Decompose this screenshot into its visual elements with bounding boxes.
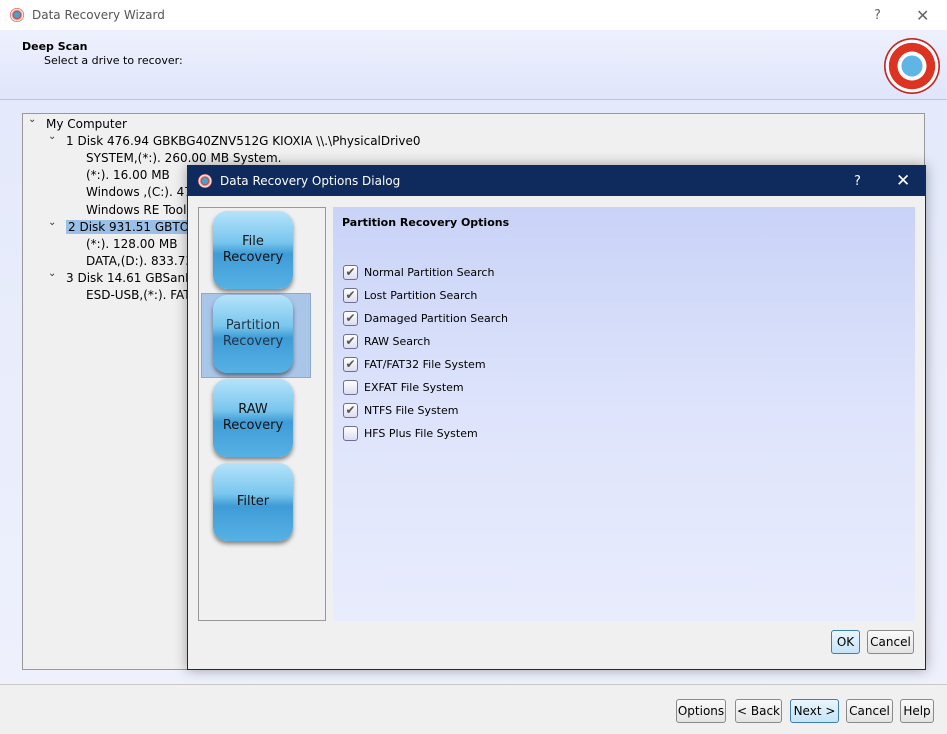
nav-button-raw[interactable]: RAW Recovery [213, 379, 293, 457]
option-checkbox[interactable]: ✔ NTFS File System [343, 403, 458, 418]
nav-button-partition[interactable]: Partition Recovery [213, 295, 293, 373]
checkbox-icon[interactable]: ✔ [343, 311, 358, 326]
nav-button-file[interactable]: File Recovery [213, 211, 293, 289]
option-label: HFS Plus File System [364, 427, 478, 440]
checkbox-icon[interactable]: ✔ [343, 288, 358, 303]
nav-label: RAW Recovery [222, 402, 284, 433]
option-checkbox[interactable]: ✔ FAT/FAT32 File System [343, 357, 486, 372]
nav-label: File Recovery [222, 234, 284, 265]
help-icon[interactable]: ? [874, 8, 881, 23]
dialog-cancel-button[interactable]: Cancel [867, 630, 914, 654]
option-checkbox[interactable]: ✔ Lost Partition Search [343, 288, 477, 303]
lifebuoy-logo-icon [884, 38, 940, 94]
help-icon[interactable]: ? [854, 174, 861, 189]
chevron-down-icon[interactable]: ⌄ [28, 114, 36, 125]
tree-item[interactable]: Windows RE Tools,( [86, 203, 201, 217]
option-checkbox[interactable]: ✔ Damaged Partition Search [343, 311, 508, 326]
page-subtitle: Select a drive to recover: [44, 54, 183, 67]
close-icon[interactable]: ✕ [916, 6, 929, 25]
tree-item[interactable]: Windows ,(C:). 475 [86, 185, 200, 199]
checkbox-icon[interactable] [343, 380, 358, 395]
option-checkbox[interactable]: ✔ RAW Search [343, 334, 430, 349]
option-label: FAT/FAT32 File System [364, 358, 486, 371]
nav-label: Filter [236, 494, 270, 509]
checkbox-icon[interactable]: ✔ [343, 334, 358, 349]
cancel-button[interactable]: Cancel [846, 699, 893, 723]
checkbox-icon[interactable]: ✔ [343, 265, 358, 280]
option-label: NTFS File System [364, 404, 459, 417]
wizard-header: Deep Scan Select a drive to recover: [0, 30, 947, 100]
option-label: Lost Partition Search [364, 289, 478, 302]
dialog-title-bar: Data Recovery Options Dialog ? ✕ [188, 166, 925, 196]
app-icon [10, 8, 24, 22]
next-button[interactable]: Next > [790, 699, 839, 723]
tree-item[interactable]: 1 Disk 476.94 GBKBG40ZNV512G KIOXIA \\.\… [66, 134, 421, 148]
recovery-type-nav: File Recovery Partition Recovery RAW Recovery… [198, 207, 326, 621]
ok-button[interactable]: OK [831, 630, 860, 654]
chevron-down-icon[interactable]: ⌄ [48, 268, 56, 279]
help-button[interactable]: Help [900, 699, 934, 723]
option-label: RAW Search [364, 335, 431, 348]
nav-button-filter[interactable]: Filter [213, 463, 293, 541]
option-label: EXFAT File System [364, 381, 464, 394]
option-checkbox[interactable]: ✔ Normal Partition Search [343, 265, 494, 280]
option-checkbox[interactable]: HFS Plus File System [343, 426, 478, 441]
options-panel: Partition Recovery Options ✔ Normal Parti… [333, 207, 915, 621]
option-checkbox[interactable]: EXFAT File System [343, 380, 464, 395]
options-button[interactable]: Options [676, 699, 726, 723]
dialog-title: Data Recovery Options Dialog [220, 174, 401, 188]
tree-item[interactable]: My Computer [46, 117, 127, 131]
close-icon[interactable]: ✕ [896, 171, 910, 191]
chevron-down-icon[interactable]: ⌄ [48, 217, 56, 228]
checkbox-icon[interactable] [343, 426, 358, 441]
section-title: Partition Recovery Options [342, 216, 510, 229]
tree-item[interactable]: SYSTEM,(*:). 260.00 MB System. [86, 151, 281, 165]
wizard-footer: Options < Back Next > Cancel Help [0, 684, 947, 734]
option-label: Normal Partition Search [364, 266, 495, 279]
tree-item[interactable]: (*:). 16.00 MB [86, 168, 170, 182]
nav-label: Partition Recovery [222, 318, 284, 349]
checkbox-icon[interactable]: ✔ [343, 357, 358, 372]
back-button[interactable]: < Back [735, 699, 782, 723]
tree-item[interactable]: (*:). 128.00 MB [86, 237, 177, 251]
chevron-down-icon[interactable]: ⌄ [48, 131, 56, 142]
page-title: Deep Scan [22, 40, 88, 53]
checkbox-icon[interactable]: ✔ [343, 403, 358, 418]
option-label: Damaged Partition Search [364, 312, 509, 325]
window-title: Data Recovery Wizard [32, 8, 165, 22]
app-icon [198, 174, 212, 188]
options-dialog: Data Recovery Options Dialog ? ✕ File Rec… [187, 165, 926, 670]
title-bar: Data Recovery Wizard ? ✕ [0, 0, 947, 30]
